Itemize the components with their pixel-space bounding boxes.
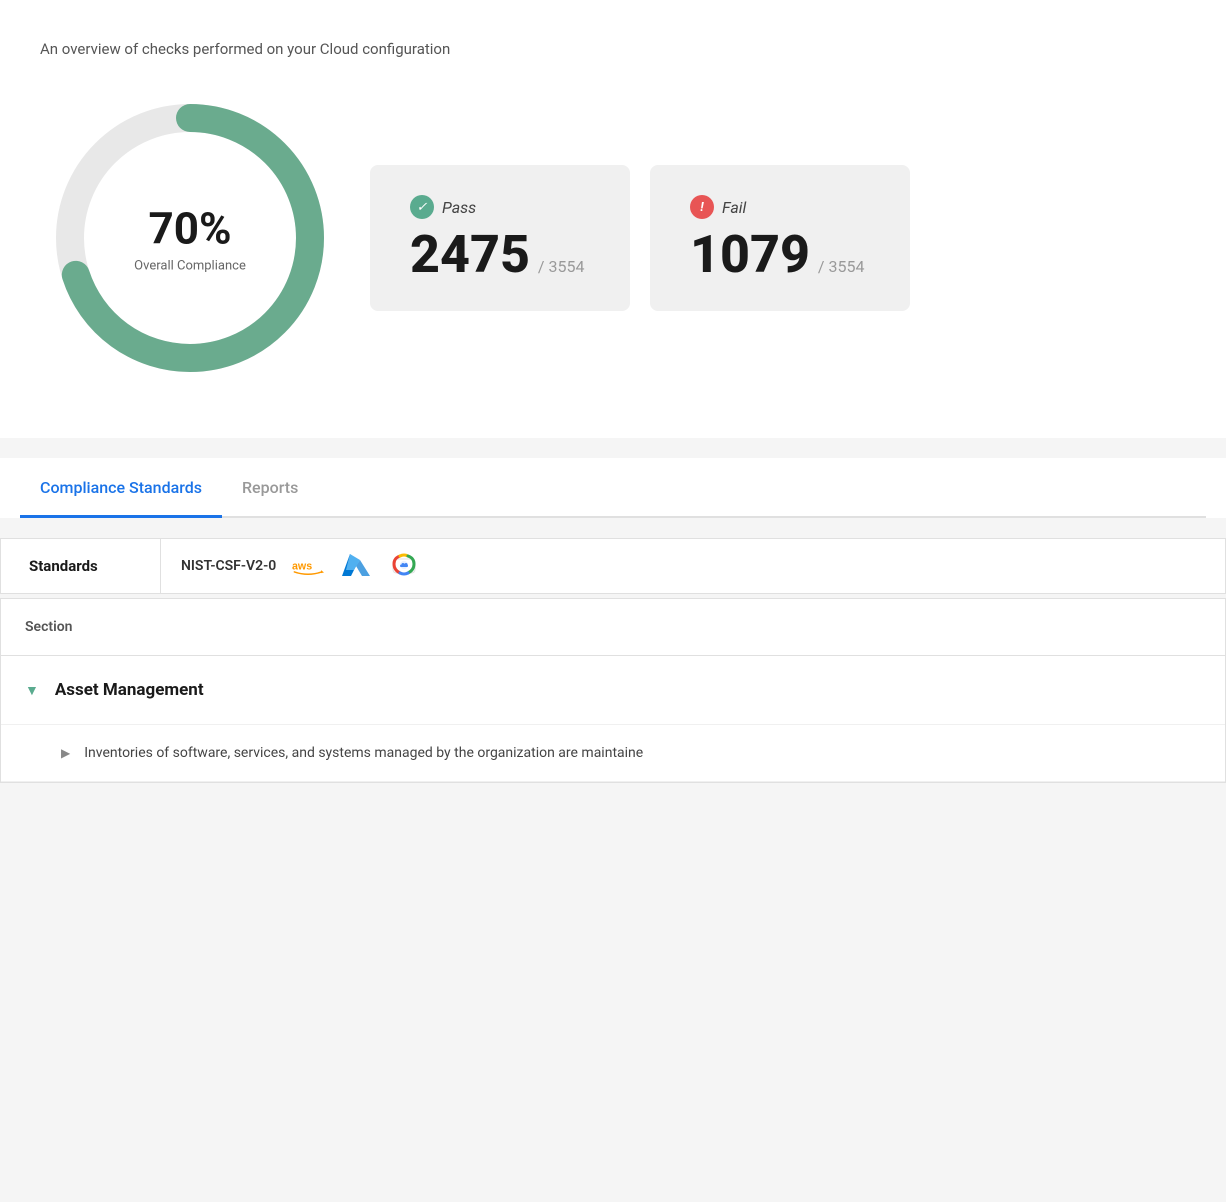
standards-label: Standards [1,539,161,593]
fail-card-header: ! Fail [690,195,870,219]
pass-icon: ✓ [410,195,434,219]
azure-logo[interactable] [340,555,372,577]
pass-label: Pass [442,198,476,217]
pass-value: 2475 [410,224,530,285]
tab-compliance-standards[interactable]: Compliance Standards [20,458,222,518]
sub-row[interactable]: ▶ Inventories of software, services, and… [1,725,1225,782]
asset-management-title: Asset Management [55,680,204,700]
fail-value: 1079 [690,224,810,285]
standards-bar: Standards NIST-CSF-V2-0 aws [0,538,1226,594]
summary-card: An overview of checks performed on your … [0,0,1226,438]
stat-cards: ✓ Pass 2475 / 3554 ! Fail 1079 [370,165,1186,311]
fail-card: ! Fail 1079 / 3554 [650,165,910,311]
pass-total: / 3554 [538,257,585,276]
fail-icon: ! [690,195,714,219]
fail-value-row: 1079 / 3554 [690,229,870,281]
summary-subtitle: An overview of checks performed on your … [40,40,1186,58]
chevron-down-icon[interactable]: ▼ [25,682,39,699]
section-table: Section ▼ Asset Management ▶ Inventories… [0,598,1226,783]
pass-value-row: 2475 / 3554 [410,229,590,281]
pass-card: ✓ Pass 2475 / 3554 [370,165,630,311]
donut-percent: 70% [134,203,246,255]
aws-logo[interactable]: aws [292,555,324,577]
gcp-logo[interactable] [388,555,420,577]
donut-label: Overall Compliance [134,259,246,274]
page-container: An overview of checks performed on your … [0,0,1226,1202]
svg-text:aws: aws [292,561,312,573]
fail-label: Fail [722,198,746,217]
azure-svg [342,552,370,580]
summary-content: 70% Overall Compliance ✓ Pass 2475 / 355… [40,88,1186,388]
donut-center: 70% Overall Compliance [134,203,246,274]
asset-management-row[interactable]: ▼ Asset Management [1,656,1225,725]
donut-chart: 70% Overall Compliance [40,88,340,388]
tabs-list: Compliance Standards Reports [20,458,1206,518]
standards-content: NIST-CSF-V2-0 aws [161,543,440,589]
section-header: Section [1,599,1225,656]
pass-card-header: ✓ Pass [410,195,590,219]
fail-total: / 3554 [818,257,865,276]
tabs-section: Compliance Standards Reports [0,458,1226,518]
gcp-svg [389,551,419,581]
aws-svg: aws [292,555,324,577]
standard-name: NIST-CSF-V2-0 [181,558,276,574]
chevron-right-icon[interactable]: ▶ [61,746,70,760]
tab-reports[interactable]: Reports [222,458,318,518]
sub-row-text: Inventories of software, services, and s… [84,745,643,761]
